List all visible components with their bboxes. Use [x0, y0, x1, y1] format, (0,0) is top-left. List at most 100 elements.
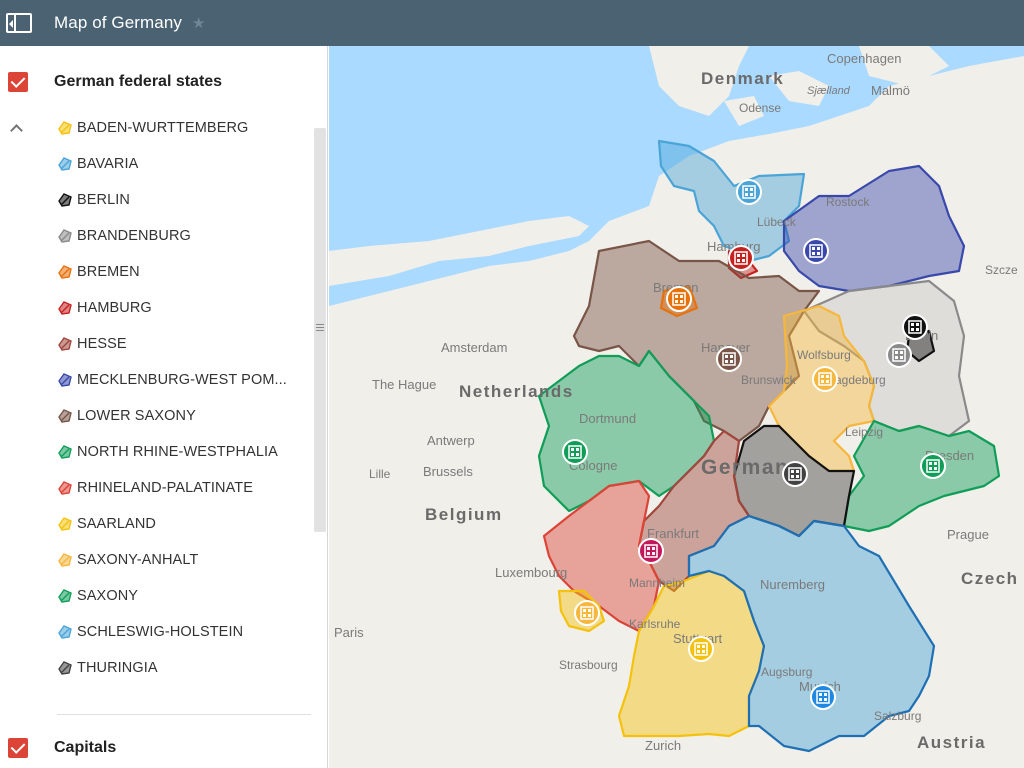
legend-sidebar: German federal states BADEN-WURTTEMBERG B…: [0, 46, 328, 768]
layer-item-saxony-anhalt[interactable]: SAXONY-ANHALT: [0, 542, 312, 578]
layer-item-baden-wurttemberg[interactable]: BADEN-WURTTEMBERG: [0, 110, 312, 146]
map-label-sjaelland: Sjælland: [807, 85, 851, 97]
layer-item-bremen[interactable]: BREMEN: [0, 254, 312, 290]
layer-item-saxony[interactable]: SAXONY: [0, 578, 312, 614]
polygon-style-icon[interactable]: [57, 444, 73, 460]
map-label-rostock: Rostock: [826, 195, 870, 209]
map-label-szczecin: Szcze: [985, 263, 1018, 277]
layer-item-label: BAVARIA: [77, 156, 139, 172]
capital-marker-saxony[interactable]: [920, 453, 946, 479]
map-canvas[interactable]: Denmark Copenhagen Sjælland Malmö Odense…: [329, 46, 1024, 768]
capital-marker-thuringia[interactable]: [782, 461, 808, 487]
map-label-denmark: Denmark: [701, 69, 784, 88]
layer-item-schleswig-holstein[interactable]: SCHLESWIG-HOLSTEIN: [0, 614, 312, 650]
layer-item-north-rhine-westphalia[interactable]: NORTH RHINE-WESTPHALIA: [0, 434, 312, 470]
polygon-style-icon[interactable]: [57, 516, 73, 532]
layer-item-bavaria[interactable]: BAVARIA: [0, 146, 312, 182]
map-title[interactable]: Map of Germany: [54, 13, 182, 33]
map-label-antwerp: Antwerp: [427, 433, 475, 448]
layer-item-label: BERLIN: [77, 192, 130, 208]
map-label-netherlands: Netherlands: [459, 382, 574, 401]
map-label-leipzig: Leipzig: [845, 425, 883, 439]
capital-marker-schleswig-holstein[interactable]: [736, 179, 762, 205]
layer-checkbox-capitals[interactable]: [8, 738, 28, 758]
map-label-malmo: Malmö: [871, 83, 910, 98]
layer-item-berlin[interactable]: BERLIN: [0, 182, 312, 218]
layer-item-label: MECKLENBURG-WEST POM...: [77, 372, 287, 388]
layer-item-thuringia[interactable]: THURINGIA: [0, 650, 312, 686]
capital-marker-lower-saxony[interactable]: [716, 346, 742, 372]
map-svg[interactable]: Denmark Copenhagen Sjælland Malmö Odense…: [329, 46, 1024, 768]
polygon-style-icon[interactable]: [57, 588, 73, 604]
layer-header-capitals[interactable]: Capitals: [0, 728, 312, 768]
panel-toggle-icon[interactable]: [6, 13, 32, 33]
polygon-style-icon[interactable]: [57, 408, 73, 424]
layer-item-label: BADEN-WURTTEMBERG: [77, 120, 249, 136]
layer-item-label: SCHLESWIG-HOLSTEIN: [77, 624, 244, 640]
capital-marker-mecklenburg[interactable]: [803, 238, 829, 264]
layer-item-label: HAMBURG: [77, 300, 152, 316]
capital-marker-berlin[interactable]: [902, 314, 928, 340]
polygon-style-icon[interactable]: [57, 552, 73, 568]
layer-item-label: HESSE: [77, 336, 127, 352]
polygon-style-icon[interactable]: [57, 228, 73, 244]
layer-item-lower-saxony[interactable]: LOWER SAXONY: [0, 398, 312, 434]
map-label-prague: Prague: [947, 527, 989, 542]
capital-marker-bavaria[interactable]: [810, 684, 836, 710]
polygon-style-icon[interactable]: [57, 660, 73, 676]
polygon-style-icon[interactable]: [57, 480, 73, 496]
layer-item-label: LOWER SAXONY: [77, 408, 196, 424]
capital-marker-saarland[interactable]: [574, 600, 600, 626]
divider: [57, 714, 311, 715]
map-label-dortmund: Dortmund: [579, 411, 636, 426]
scrollbar-grip-icon[interactable]: [316, 322, 324, 332]
capital-marker-baden-wurttemberg[interactable]: [688, 636, 714, 662]
map-label-belgium: Belgium: [425, 505, 503, 524]
polygon-style-icon[interactable]: [57, 372, 73, 388]
layer-item-hesse[interactable]: HESSE: [0, 326, 312, 362]
map-label-salzburg: Salzburg: [874, 709, 921, 723]
polygon-style-icon[interactable]: [57, 120, 73, 136]
layer-item-hamburg[interactable]: HAMBURG: [0, 290, 312, 326]
polygon-style-icon[interactable]: [57, 300, 73, 316]
map-label-strasbourg: Strasbourg: [559, 658, 618, 672]
capital-marker-hamburg[interactable]: [728, 245, 754, 271]
capital-marker-bremen[interactable]: [666, 286, 692, 312]
polygon-style-icon[interactable]: [57, 192, 73, 208]
map-label-augsburg: Augsburg: [761, 665, 812, 679]
layer-title: Capitals: [54, 739, 117, 756]
map-label-brunswick: Brunswick: [741, 373, 797, 387]
layer-item-brandenburg[interactable]: BRANDENBURG: [0, 218, 312, 254]
layer-header-federal-states[interactable]: German federal states: [0, 62, 312, 102]
layer-item-rhineland-palatinate[interactable]: RHINELAND-PALATINATE: [0, 470, 312, 506]
map-label-the-hague: The Hague: [372, 377, 436, 392]
capital-marker-saxony-anhalt[interactable]: [812, 366, 838, 392]
capital-marker-rhineland-palatinate[interactable]: [638, 538, 664, 564]
layer-item-saarland[interactable]: SAARLAND: [0, 506, 312, 542]
layer-checkbox-federal-states[interactable]: [8, 72, 28, 92]
capital-marker-brandenburg[interactable]: [886, 342, 912, 368]
polygon-style-icon[interactable]: [57, 264, 73, 280]
map-label-austria: Austria: [917, 733, 986, 752]
star-icon[interactable]: ★: [192, 14, 205, 32]
layer-item-label: BRANDENBURG: [77, 228, 191, 244]
map-label-luxembourg: Luxembourg: [495, 565, 567, 580]
polygon-style-icon[interactable]: [57, 624, 73, 640]
map-label-czech: Czech: [961, 569, 1019, 588]
map-label-brussels: Brussels: [423, 464, 473, 479]
map-label-zurich: Zurich: [645, 738, 681, 753]
map-label-wolfsburg: Wolfsburg: [797, 348, 851, 362]
map-label-copenhagen: Copenhagen: [827, 51, 901, 66]
layer-item-mecklenburg-west-pom[interactable]: MECKLENBURG-WEST POM...: [0, 362, 312, 398]
map-label-karlsruhe: Karlsruhe: [629, 617, 681, 631]
layer-item-label: BREMEN: [77, 264, 140, 280]
map-label-paris: Paris: [334, 625, 364, 640]
polygon-style-icon[interactable]: [57, 336, 73, 352]
layer-title: German federal states: [54, 73, 223, 90]
top-bar: Map of Germany ★: [0, 0, 1024, 46]
polygon-style-icon[interactable]: [57, 156, 73, 172]
layer-item-label: THURINGIA: [77, 660, 158, 676]
capital-marker-north-rhine-westphalia[interactable]: [562, 439, 588, 465]
layer-item-label: SAXONY: [77, 588, 139, 604]
map-label-amsterdam: Amsterdam: [441, 340, 507, 355]
